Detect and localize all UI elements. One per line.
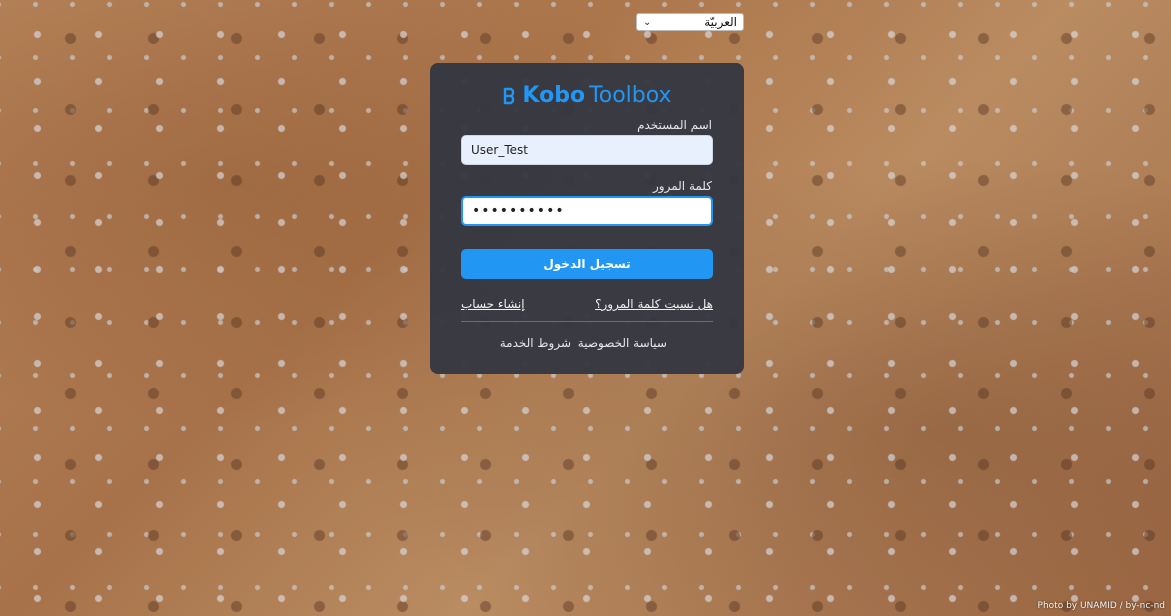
login-button[interactable]: تسجيل الدخول — [461, 249, 713, 279]
kobo-logo-icon — [504, 87, 515, 104]
logo-text-toolbox: Toolbox — [589, 83, 672, 108]
logo-text-kobo: Kobo — [522, 83, 586, 108]
language-select[interactable]: ⌄ العربيّة — [636, 13, 744, 31]
username-label: اسم المستخدم — [637, 118, 712, 132]
divider — [461, 321, 713, 322]
chevron-down-icon: ⌄ — [643, 16, 652, 28]
username-input[interactable]: User_Test — [461, 135, 713, 165]
kobotoolbox-logo: Kobo Toolbox — [430, 83, 744, 108]
terms-of-service-link[interactable]: شروط الخدمة — [500, 336, 571, 350]
create-account-link[interactable]: إنشاء حساب — [461, 297, 525, 311]
privacy-policy-link[interactable]: سياسة الخصوصية — [578, 336, 667, 350]
language-select-value: العربيّة — [704, 15, 737, 29]
forgot-password-link[interactable]: هل نسيت كلمة المرور؟ — [595, 297, 713, 311]
login-card: Kobo Toolbox اسم المستخدم User_Test كلمة … — [430, 63, 744, 374]
photo-credit: Photo by UNAMID / by-nc-nd — [1037, 601, 1165, 611]
password-input[interactable]: •••••••••• — [461, 196, 713, 226]
password-label: كلمة المرور — [652, 179, 712, 193]
